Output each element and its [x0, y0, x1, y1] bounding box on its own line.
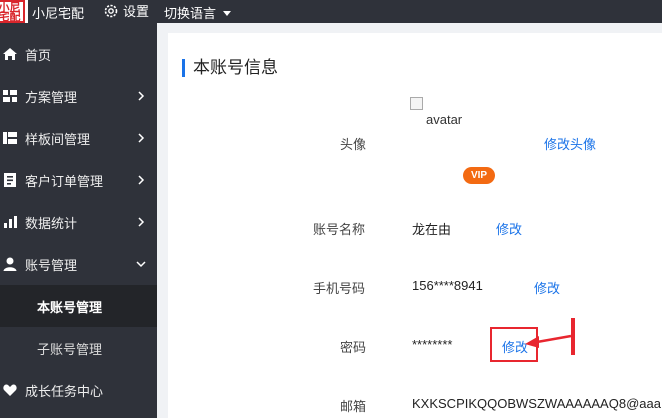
sidebar-subitem-label: 本账号管理 [37, 299, 103, 315]
logo-seal: 小尼 宅配 [0, 0, 25, 23]
email-value: KXKSCPIKQQOBWSZWAAAAAAQ8@aaa.c [412, 396, 662, 411]
order-icon [4, 173, 16, 187]
change-avatar-link[interactable]: 修改头像 [544, 134, 596, 153]
sidebar-item-label: 客户订单管理 [25, 173, 104, 189]
brand-name: 小尼宅配 [32, 6, 85, 21]
language-switch[interactable]: 切换语言 [164, 3, 232, 22]
chevron-right-icon [138, 175, 145, 185]
email-label: 邮箱 [340, 399, 367, 414]
account-info-panel: 本账号信息 avatar 头像 修改头像 VIP 账号名称 龙在由 修改 手机号… [168, 33, 662, 418]
phone-label: 手机号码 [313, 281, 366, 296]
sidebar-subitem-my-account[interactable]: 本账号管理 [0, 285, 157, 327]
password-label: 密码 [340, 340, 367, 355]
avatar-label: 头像 [340, 137, 367, 152]
sidebar-item-label: 方案管理 [25, 89, 78, 105]
sidebar-subitem-sub-accounts[interactable]: 子账号管理 [0, 327, 157, 369]
settings-label: 设置 [123, 4, 150, 19]
chevron-right-icon [138, 133, 145, 143]
annotation-arrow-icon [525, 334, 572, 348]
sidebar-item-label: 样板间管理 [25, 131, 91, 147]
sidebar-item-label: 首页 [25, 47, 52, 63]
chevron-down-icon [136, 261, 146, 268]
sidebar-item-showrooms[interactable]: 样板间管理 [0, 117, 157, 159]
gear-icon [104, 4, 118, 17]
chevron-right-icon [138, 217, 145, 227]
sidebar-item-label: 数据统计 [25, 215, 78, 231]
sidebar-item-home[interactable]: 首页 [0, 33, 157, 75]
account-name-label: 账号名称 [313, 222, 366, 237]
avatar-alt-text: avatar [426, 112, 463, 127]
avatar: avatar [410, 97, 462, 127]
scheme-icon [3, 90, 17, 102]
sidebar-item-statistics[interactable]: 数据统计 [0, 201, 157, 243]
chart-icon [4, 216, 17, 228]
showroom-icon [3, 132, 17, 144]
sidebar: 首页 方案管理 样板间管理 客户订单管理 数据统计 账号管理 本账号管理 子账号… [0, 23, 157, 418]
sidebar-item-schemes[interactable]: 方案管理 [0, 75, 157, 117]
edit-phone-link[interactable]: 修改 [534, 278, 560, 297]
sidebar-item-label: 账号管理 [25, 257, 78, 273]
chevron-right-icon [138, 91, 145, 101]
language-label: 切换语言 [164, 6, 217, 21]
broken-image-icon [410, 97, 423, 110]
vip-badge: VIP [463, 167, 495, 184]
caret-down-icon [223, 11, 232, 16]
top-bar: 小尼 宅配 小尼宅配 设置 切换语言 [0, 0, 662, 23]
home-icon [3, 48, 17, 60]
sidebar-item-label: 成长任务中心 [25, 383, 104, 399]
sidebar-item-growth-tasks[interactable]: 成长任务中心 [0, 369, 157, 411]
sidebar-item-orders[interactable]: 客户订单管理 [0, 159, 157, 201]
settings-button[interactable]: 设置 [103, 1, 149, 20]
sidebar-subitem-label: 子账号管理 [37, 341, 103, 357]
password-value: ******** [412, 337, 453, 352]
account-name-value: 龙在由 [412, 222, 452, 237]
page-title: 本账号信息 [182, 59, 278, 77]
logo[interactable]: 小尼 宅配 [0, 0, 28, 23]
sidebar-item-accounts[interactable]: 账号管理 [0, 243, 157, 285]
edit-account-name-link[interactable]: 修改 [496, 219, 522, 238]
user-icon [3, 257, 17, 271]
phone-value: 156****8941 [412, 278, 483, 293]
heart-icon [3, 384, 17, 396]
